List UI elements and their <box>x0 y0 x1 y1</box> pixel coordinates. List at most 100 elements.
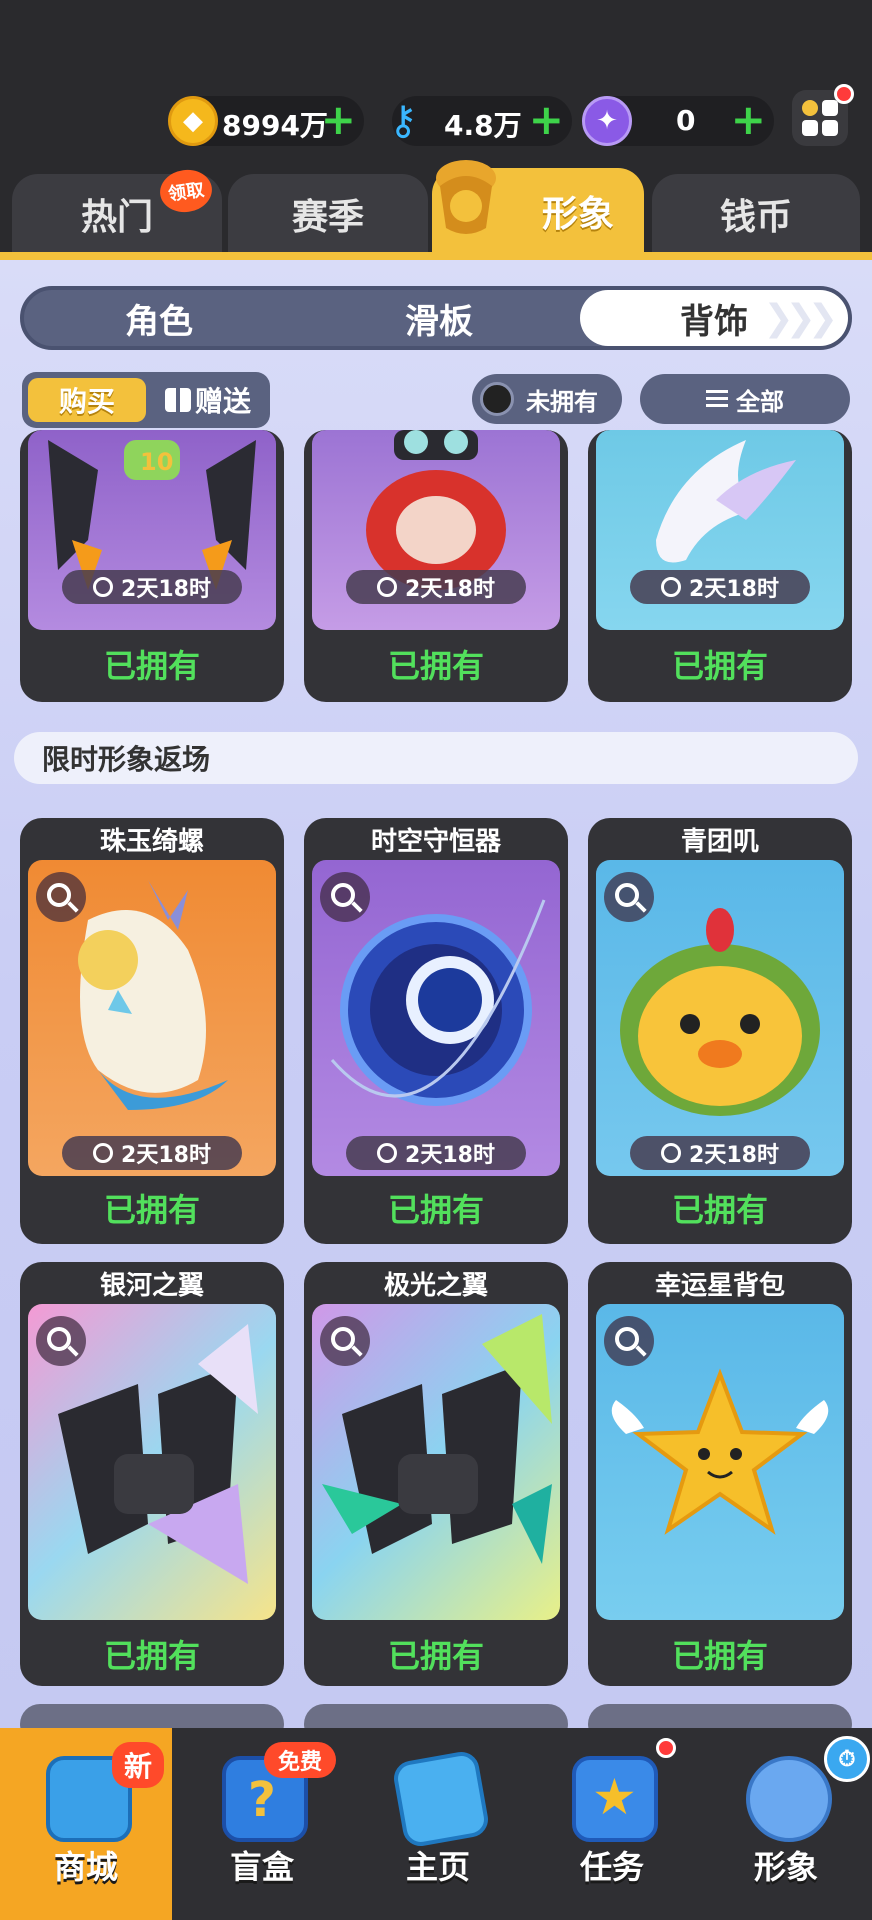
tab-coins[interactable]: 钱币 <box>652 174 860 254</box>
item-card[interactable]: 幸运星背包 已拥有 <box>588 1262 852 1686</box>
tab-appearance-label: 形象 <box>541 194 614 235</box>
owned-status: 已拥有 <box>387 1637 484 1675</box>
radio-icon <box>480 382 514 416</box>
all-filter-dropdown[interactable]: 全部 <box>640 374 850 424</box>
item-title: 珠玉绮螺 <box>99 826 204 857</box>
gift-button[interactable]: 赠送 <box>152 378 264 422</box>
item-title: 银河之翼 <box>99 1270 204 1301</box>
item-card[interactable] <box>20 1704 284 1728</box>
nav-tasks[interactable]: ★ 任务 <box>526 1728 698 1920</box>
menu-dot-icon <box>822 120 838 136</box>
preview-button[interactable] <box>320 872 370 922</box>
magnifier-icon <box>331 1327 355 1351</box>
appearance-mascot-icon <box>428 156 504 240</box>
notification-dot <box>656 1738 676 1758</box>
nav-home[interactable]: 主页 <box>352 1728 524 1920</box>
item-card[interactable]: 银河之翼 已拥有 <box>20 1262 284 1686</box>
nav-blindbox-label: 盲盒 <box>229 1848 294 1886</box>
item-card[interactable]: 2天18时 已拥有 <box>588 430 852 702</box>
timer-text: 2天18时 <box>405 577 495 602</box>
preview-button[interactable] <box>36 872 86 922</box>
svg-text:10: 10 <box>140 448 173 476</box>
menu-dot-icon <box>822 100 838 116</box>
owned-status: 已拥有 <box>103 647 200 685</box>
item-card[interactable]: 10 2天18时 已拥有 <box>20 430 284 702</box>
add-coins-icon[interactable]: + <box>321 98 356 142</box>
top-bar: ◆ 8994万 + ⚷ 4.8万 + ✦ 0 + <box>0 0 872 160</box>
timer-badge: 2天18时 <box>62 570 242 604</box>
item-title: 幸运星背包 <box>654 1270 785 1301</box>
timer-badge: 2天18时 <box>630 1136 810 1170</box>
preview-button[interactable] <box>604 872 654 922</box>
notification-dot <box>834 84 854 104</box>
owned-status: 已拥有 <box>671 647 768 685</box>
gem-value: 0 <box>676 104 696 137</box>
timer-text: 2天18时 <box>121 577 211 602</box>
menu-dot-icon <box>802 100 818 116</box>
add-keys-icon[interactable]: + <box>529 98 564 142</box>
nav-shop[interactable]: 新 商城 <box>0 1728 172 1920</box>
clock-icon <box>661 577 682 597</box>
nav-blindbox[interactable]: ? 免费 盲盒 <box>176 1728 348 1920</box>
owned-status: 已拥有 <box>671 1191 768 1229</box>
item-title: 极光之翼 <box>383 1270 488 1301</box>
preview-button[interactable] <box>36 1316 86 1366</box>
coin-counter[interactable]: ◆ 8994万 + <box>168 96 364 146</box>
item-card[interactable]: 2天18时 已拥有 <box>304 430 568 702</box>
item-card[interactable]: 极光之翼 已拥有 <box>304 1262 568 1686</box>
not-owned-filter[interactable]: 未拥有 <box>472 374 622 424</box>
clock-icon <box>377 577 398 597</box>
more-menu-button[interactable] <box>792 84 854 146</box>
magnifier-icon <box>331 883 355 907</box>
owned-status: 已拥有 <box>671 1637 768 1675</box>
gift-icon <box>164 388 191 412</box>
key-value: 4.8万 <box>444 109 522 142</box>
key-counter[interactable]: ⚷ 4.8万 + <box>388 96 572 146</box>
clock-icon <box>93 1143 114 1163</box>
tab-underline <box>0 252 872 260</box>
buy-button[interactable]: 购买 <box>28 378 146 422</box>
tab-skateboard[interactable]: 滑板 <box>304 290 574 346</box>
owned-status: 已拥有 <box>387 1191 484 1229</box>
gem-icon: ✦ <box>582 96 632 146</box>
skateboard-home-icon <box>391 1749 491 1849</box>
bottom-nav: 新 商城 ? 免费 盲盒 主页 ★ 任务 ⏱ 形象 <box>0 1728 872 1920</box>
tab-character[interactable]: 角色 <box>24 290 294 346</box>
magnifier-icon <box>615 1327 639 1351</box>
tab-season[interactable]: 赛季 <box>228 174 428 254</box>
timer-text: 2天18时 <box>689 1143 779 1168</box>
owned-status: 已拥有 <box>103 1637 200 1675</box>
magnifier-icon <box>47 1327 71 1351</box>
item-card[interactable]: 珠玉绮螺 2天18时 已拥有 <box>20 818 284 1244</box>
timer-badge-icon: ⏱ <box>824 1736 870 1782</box>
timer-text: 2天18时 <box>689 577 779 602</box>
owned-status: 已拥有 <box>103 1191 200 1229</box>
buy-gift-toggle: 购买 赠送 <box>22 372 270 428</box>
item-card[interactable] <box>588 1704 852 1728</box>
preview-button[interactable] <box>320 1316 370 1366</box>
timer-text: 2天18时 <box>121 1143 211 1168</box>
nav-tasks-label: 任务 <box>579 1848 644 1886</box>
item-card[interactable]: 青团叽 2天18时 已拥有 <box>588 818 852 1244</box>
gift-label: 赠送 <box>194 385 251 418</box>
tab-backpiece[interactable]: 背饰 ❯❯❯ <box>580 290 848 346</box>
all-filter-label: 全部 <box>736 387 784 416</box>
category-tabs: 角色 滑板 背饰 ❯❯❯ <box>20 286 852 350</box>
item-card[interactable] <box>304 1704 568 1728</box>
free-badge: 免费 <box>264 1742 336 1778</box>
chevron-right-icon: ❯❯❯ <box>763 297 838 339</box>
gem-counter[interactable]: ✦ 0 + <box>582 96 774 146</box>
item-card[interactable]: 时空守恒器 2天18时 已拥有 <box>304 818 568 1244</box>
timer-badge: 2天18时 <box>346 1136 526 1170</box>
menu-dot-icon <box>802 120 818 136</box>
item-title: 时空守恒器 <box>370 826 501 857</box>
timer-badge: 2天18时 <box>346 570 526 604</box>
timer-badge: 2天18时 <box>630 570 810 604</box>
nav-appearance[interactable]: ⏱ 形象 <box>700 1728 872 1920</box>
section-title: 限时形象返场 <box>14 732 858 784</box>
magnifier-icon <box>47 883 71 907</box>
clock-icon <box>661 1143 682 1163</box>
add-gems-icon[interactable]: + <box>731 98 766 142</box>
preview-button[interactable] <box>604 1316 654 1366</box>
timer-badge: 2天18时 <box>62 1136 242 1170</box>
